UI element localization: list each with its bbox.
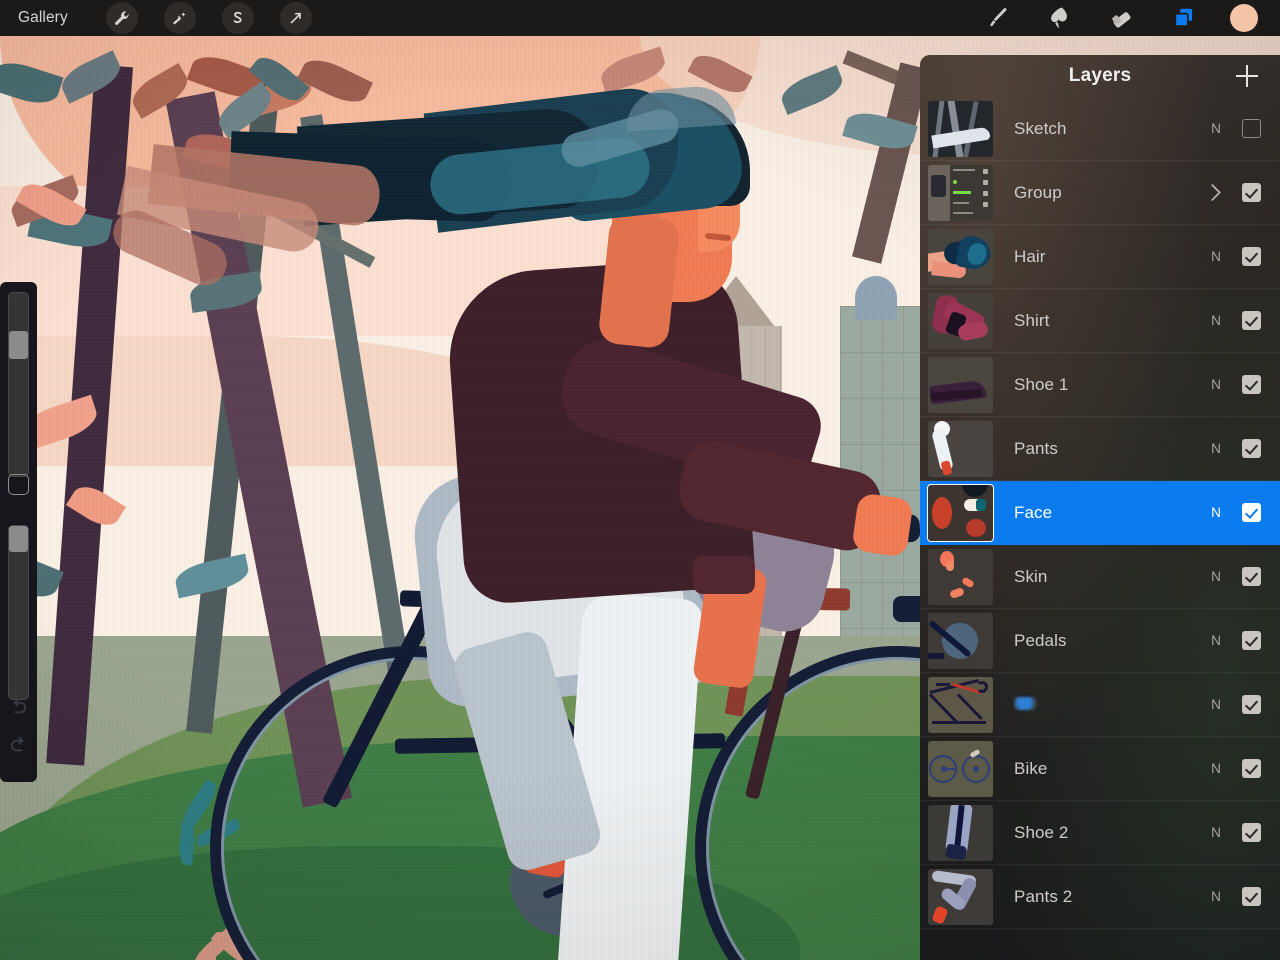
layer-name: Skin: [1014, 566, 1048, 586]
layer-visibility-checkbox[interactable]: [1242, 503, 1261, 522]
layer-name: Shoe 2: [1014, 822, 1069, 842]
layer-name: Sketch: [1014, 118, 1067, 138]
right-tool-group: [982, 3, 1258, 33]
transform-arrow-icon[interactable]: [279, 2, 312, 34]
add-layer-button[interactable]: [1236, 65, 1258, 87]
layer-blend-mode[interactable]: N: [1204, 505, 1228, 520]
layer-thumbnail[interactable]: [928, 612, 993, 669]
smudge-icon[interactable]: [1044, 3, 1076, 33]
layer-thumbnail[interactable]: [928, 292, 993, 349]
layer-blend-mode[interactable]: N: [1204, 889, 1228, 904]
layer-thumbnail[interactable]: [928, 164, 993, 221]
layer-name: Shirt: [1014, 310, 1050, 330]
layer-name: Shoe 1: [1014, 374, 1069, 394]
layer-name: Face: [1014, 502, 1053, 522]
layer-row-bike[interactable]: Bike N: [920, 737, 1280, 801]
layer-blend-mode[interactable]: N: [1204, 121, 1228, 136]
paint-brush-icon[interactable]: [982, 3, 1014, 33]
layer-row-unnamed[interactable]: N: [920, 673, 1280, 737]
selection-icon[interactable]: [221, 2, 254, 34]
layer-thumbnail[interactable]: [928, 420, 993, 477]
layer-visibility-checkbox[interactable]: [1242, 439, 1261, 458]
building-dome: [855, 276, 897, 320]
layers-panel-header: Layers: [920, 55, 1280, 97]
layer-row-pants-2[interactable]: Pants 2 N: [920, 865, 1280, 929]
layer-visibility-checkbox[interactable]: [1242, 759, 1261, 778]
layer-visibility-checkbox[interactable]: [1242, 183, 1261, 202]
procreate-app: Gallery Layers Sketch N Group Hair N Shi…: [0, 0, 1280, 960]
layer-row-pedals[interactable]: Pedals N: [920, 609, 1280, 673]
brush-size-handle: [9, 331, 28, 359]
left-sidebar: [0, 282, 37, 782]
layer-list: Sketch N Group Hair N Shirt N Shoe 1 N Pants N Face…: [920, 97, 1280, 929]
gallery-button[interactable]: Gallery: [18, 9, 68, 27]
left-tool-group: [105, 2, 312, 34]
layer-visibility-checkbox[interactable]: [1242, 887, 1261, 906]
layer-visibility-checkbox[interactable]: [1242, 695, 1261, 714]
adjustments-wand-icon[interactable]: [163, 2, 196, 34]
layer-name: Group: [1014, 182, 1062, 202]
layer-name: Bike: [1014, 758, 1048, 778]
layer-visibility-checkbox[interactable]: [1242, 311, 1261, 330]
layer-name: Pedals: [1014, 630, 1067, 650]
layer-blend-mode[interactable]: N: [1204, 761, 1228, 776]
layer-row-hair[interactable]: Hair N: [920, 225, 1280, 289]
actions-wrench-icon[interactable]: [105, 2, 138, 34]
panel-title: Layers: [1068, 65, 1132, 86]
layer-blend-mode[interactable]: N: [1204, 249, 1228, 264]
sprout-stem: [212, 951, 216, 960]
layer-blend-mode[interactable]: N: [1204, 697, 1228, 712]
layer-name: [1014, 696, 1204, 713]
layer-thumbnail[interactable]: [928, 356, 993, 413]
layer-thumbnail[interactable]: [928, 804, 993, 861]
layers-icon[interactable]: [1168, 3, 1200, 33]
opacity-slider[interactable]: [8, 525, 29, 700]
chevron-right-icon[interactable]: [1204, 183, 1228, 202]
rider-neck: [597, 212, 681, 350]
layer-thumbnail[interactable]: [928, 228, 993, 285]
layer-thumbnail[interactable]: [928, 676, 993, 733]
layer-visibility-checkbox[interactable]: [1242, 631, 1261, 650]
layer-row-pants[interactable]: Pants N: [920, 417, 1280, 481]
layer-name: Pants 2: [1014, 886, 1073, 906]
rider-hand: [851, 492, 914, 558]
layer-row-face[interactable]: Face N: [920, 481, 1280, 545]
layer-name: Hair: [1014, 246, 1046, 266]
layer-visibility-checkbox[interactable]: [1242, 119, 1261, 138]
layer-row-shoe-2[interactable]: Shoe 2 N: [920, 801, 1280, 865]
layer-row-group[interactable]: Group: [920, 161, 1280, 225]
color-swatch[interactable]: [1230, 4, 1258, 32]
layer-name: Pants: [1014, 438, 1058, 458]
layer-row-shoe-1[interactable]: Shoe 1 N: [920, 353, 1280, 417]
undo-button[interactable]: [7, 696, 30, 719]
opacity-handle: [9, 526, 28, 552]
layer-visibility-checkbox[interactable]: [1242, 247, 1261, 266]
brush-size-slider[interactable]: [8, 292, 29, 477]
layer-blend-mode[interactable]: N: [1204, 633, 1228, 648]
layer-visibility-checkbox[interactable]: [1242, 823, 1261, 842]
layer-row-shirt[interactable]: Shirt N: [920, 289, 1280, 353]
rider-cuff: [693, 556, 755, 594]
layer-blend-mode[interactable]: N: [1204, 825, 1228, 840]
layer-visibility-checkbox[interactable]: [1242, 567, 1261, 586]
layer-thumbnail[interactable]: [928, 100, 993, 157]
layer-thumbnail[interactable]: [928, 868, 993, 925]
layer-visibility-checkbox[interactable]: [1242, 375, 1261, 394]
layers-panel: Layers Sketch N Group Hair N Shirt N Shoe 1 N Pan…: [920, 55, 1280, 960]
layer-blend-mode[interactable]: N: [1204, 313, 1228, 328]
layer-row-skin[interactable]: Skin N: [920, 545, 1280, 609]
layer-blend-mode[interactable]: N: [1204, 377, 1228, 392]
layer-thumbnail[interactable]: [928, 548, 993, 605]
layer-row-sketch[interactable]: Sketch N: [920, 97, 1280, 161]
redo-button[interactable]: [7, 734, 30, 757]
eraser-icon[interactable]: [1106, 3, 1138, 33]
layer-thumbnail[interactable]: [927, 483, 994, 542]
layer-thumbnail[interactable]: [928, 740, 993, 797]
layer-blend-mode[interactable]: N: [1204, 569, 1228, 584]
top-toolbar: Gallery: [0, 0, 1280, 36]
modify-button[interactable]: [8, 474, 29, 495]
layer-blend-mode[interactable]: N: [1204, 441, 1228, 456]
